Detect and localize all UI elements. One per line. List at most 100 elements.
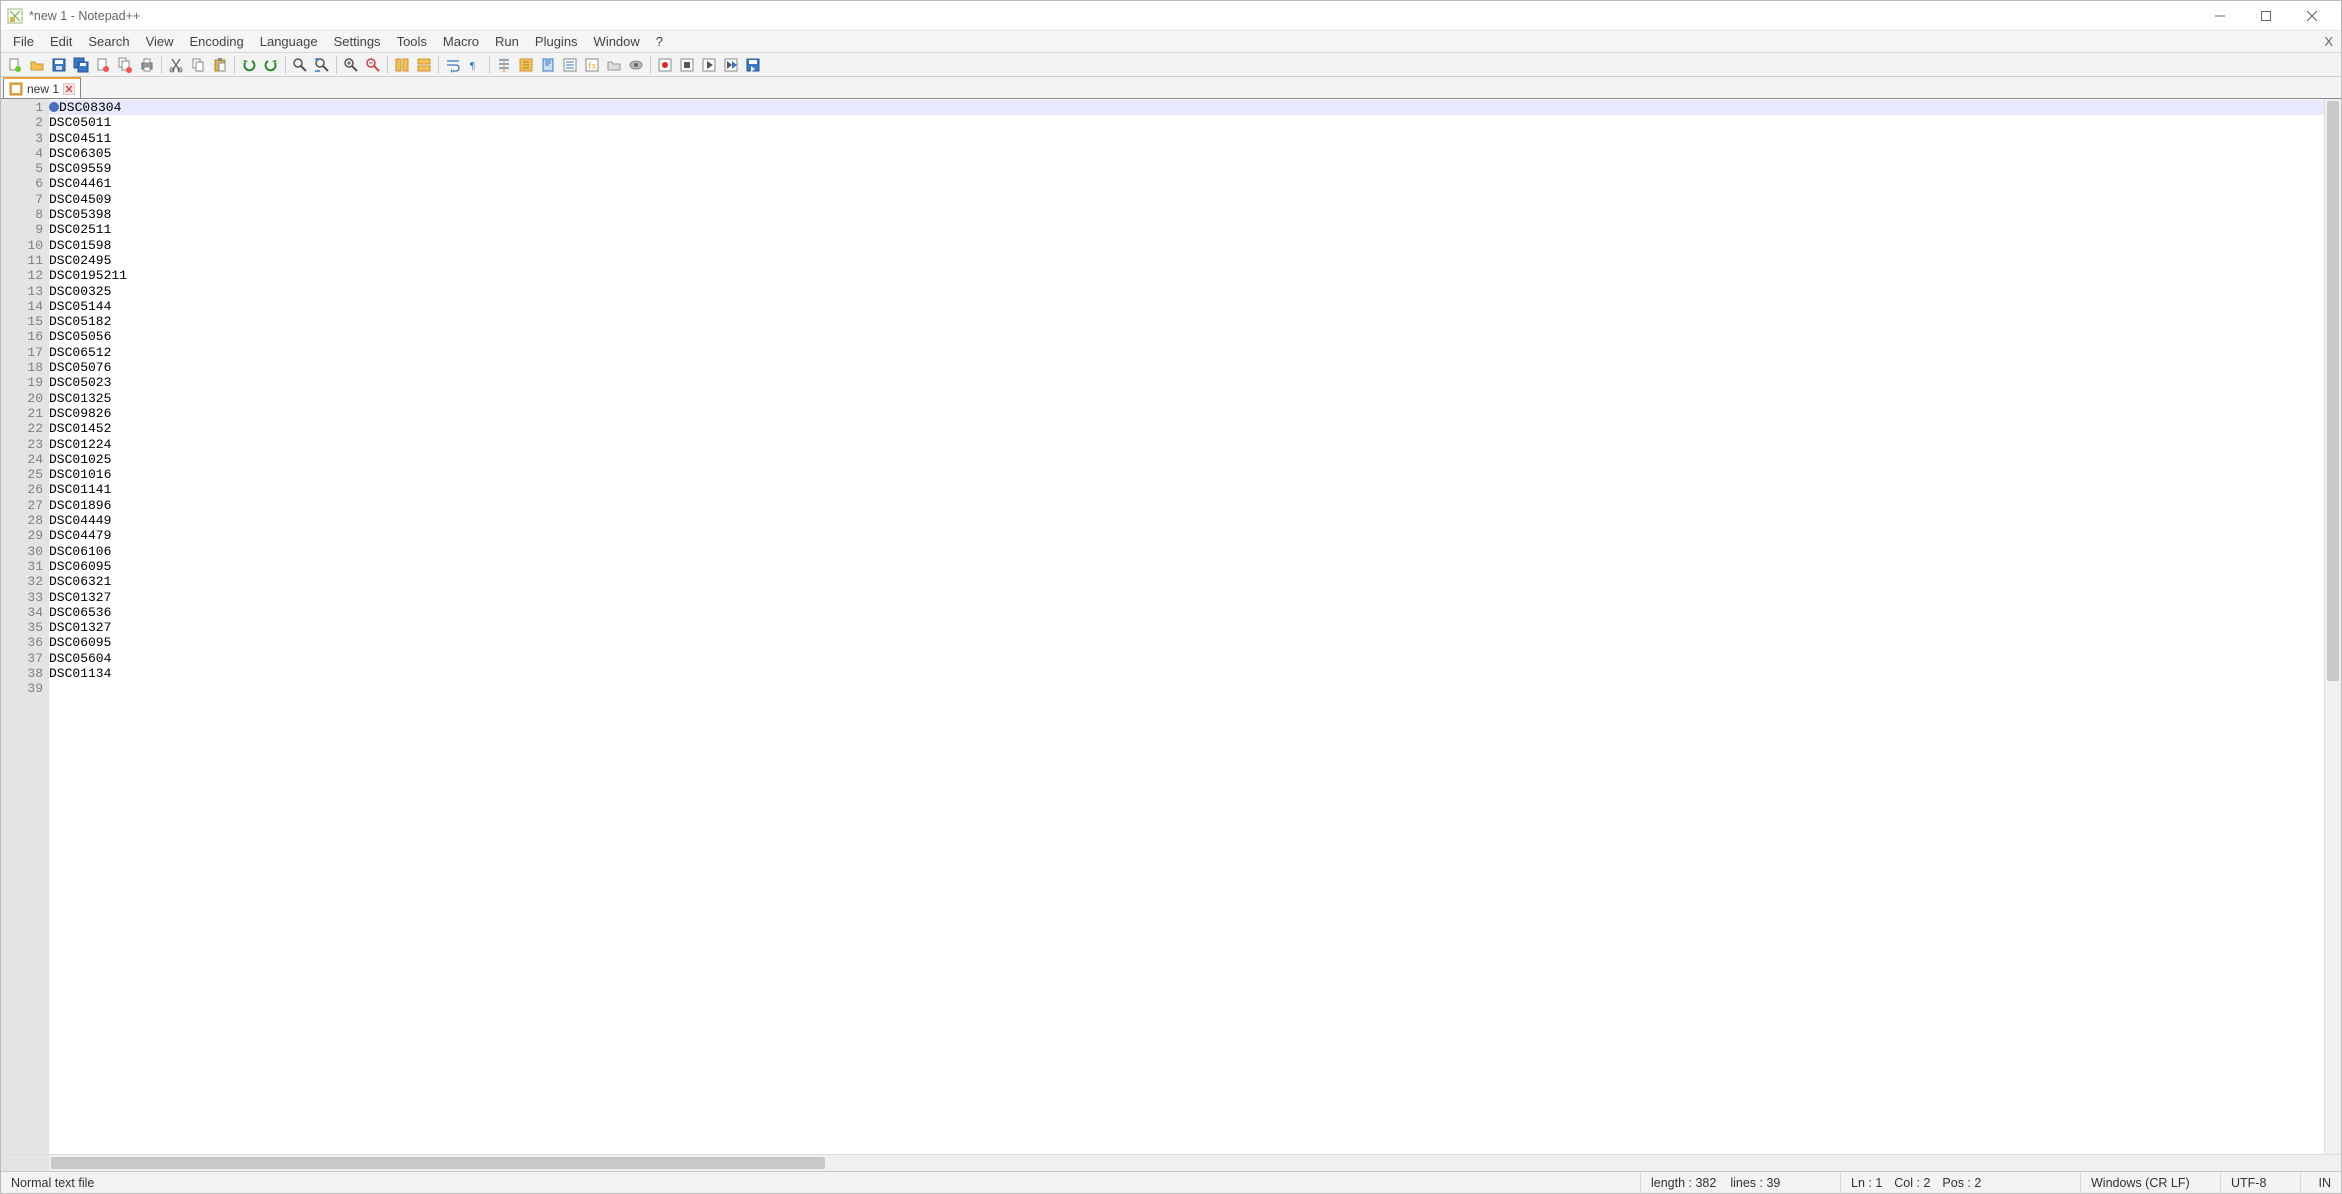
status-length: length : 382 (1651, 1176, 1716, 1190)
editor-line[interactable]: DSC04479 (49, 528, 2324, 543)
paste-icon[interactable] (209, 54, 231, 76)
editor-line[interactable]: DSC01025 (49, 452, 2324, 467)
editor-line[interactable]: DSC0195211 (49, 268, 2324, 283)
menu-search[interactable]: Search (80, 32, 137, 51)
editor-line[interactable]: DSC05076 (49, 360, 2324, 375)
sync-v-icon[interactable] (391, 54, 413, 76)
minimize-button[interactable] (2197, 1, 2243, 31)
maximize-button[interactable] (2243, 1, 2289, 31)
func-list-icon[interactable]: fx (581, 54, 603, 76)
editor-line[interactable]: DSC01327 (49, 590, 2324, 605)
menu-run[interactable]: Run (487, 32, 527, 51)
editor-line[interactable]: DSC04509 (49, 192, 2324, 207)
folder-icon[interactable] (603, 54, 625, 76)
menu-help[interactable]: ? (648, 32, 671, 51)
editor-line[interactable]: DSC06512 (49, 345, 2324, 360)
editor-line[interactable]: DSC05023 (49, 375, 2324, 390)
sync-h-icon[interactable] (413, 54, 435, 76)
undo-icon[interactable] (238, 54, 260, 76)
editor-line[interactable]: DSC06305 (49, 146, 2324, 161)
editor-line[interactable]: DSC09559 (49, 161, 2324, 176)
monitoring-icon[interactable] (625, 54, 647, 76)
editor-line[interactable]: DSC01325 (49, 391, 2324, 406)
horizontal-scrollbar[interactable] (49, 1155, 2324, 1171)
zoom-in-icon[interactable] (340, 54, 362, 76)
scroll-thumb[interactable] (51, 1157, 825, 1169)
play-icon[interactable] (698, 54, 720, 76)
editor-line[interactable]: DSC05604 (49, 651, 2324, 666)
play-multi-icon[interactable] (720, 54, 742, 76)
editor-line[interactable]: DSC01016 (49, 467, 2324, 482)
editor-line[interactable]: DSC01224 (49, 437, 2324, 452)
close-file-icon[interactable] (92, 54, 114, 76)
editor-line[interactable]: DSC06095 (49, 635, 2324, 650)
close-window-button[interactable] (2289, 1, 2335, 31)
stop-icon[interactable] (676, 54, 698, 76)
indent-guide-icon[interactable] (493, 54, 515, 76)
editor-line[interactable]: DSC01134 (49, 666, 2324, 681)
open-icon[interactable] (26, 54, 48, 76)
menu-window[interactable]: Window (586, 32, 648, 51)
editor-line[interactable] (49, 681, 2324, 696)
editor-line[interactable]: DSC04449 (49, 513, 2324, 528)
status-encoding[interactable]: UTF-8 (2221, 1172, 2301, 1193)
editor-line[interactable]: DSC04461 (49, 176, 2324, 191)
editor-line[interactable]: DSC06321 (49, 574, 2324, 589)
status-col: Col : 2 (1894, 1176, 1930, 1190)
editor-line[interactable]: DSC06536 (49, 605, 2324, 620)
save-icon[interactable] (48, 54, 70, 76)
tab-new-1[interactable]: new 1 (3, 77, 81, 98)
mdi-close-button[interactable]: X (2324, 34, 2333, 49)
menu-tools[interactable]: Tools (389, 32, 435, 51)
menu-plugins[interactable]: Plugins (527, 32, 586, 51)
menu-edit[interactable]: Edit (42, 32, 80, 51)
redo-icon[interactable] (260, 54, 282, 76)
wrap-icon[interactable] (442, 54, 464, 76)
scroll-thumb[interactable] (2327, 101, 2339, 681)
editor-line[interactable]: DSC05056 (49, 329, 2324, 344)
menu-settings[interactable]: Settings (326, 32, 389, 51)
tab-close-icon[interactable] (63, 83, 75, 95)
editor-line[interactable]: DSC05011 (49, 115, 2324, 130)
editor-line[interactable]: DSC05182 (49, 314, 2324, 329)
editor-line[interactable]: DSC08304 (49, 100, 2324, 115)
print-icon[interactable] (136, 54, 158, 76)
editor-line[interactable]: DSC02495 (49, 253, 2324, 268)
editor-line[interactable]: DSC01896 (49, 498, 2324, 513)
editor-line[interactable]: DSC01452 (49, 421, 2324, 436)
editor-line[interactable]: DSC06106 (49, 544, 2324, 559)
menu-file[interactable]: File (5, 32, 42, 51)
user-lang-icon[interactable] (515, 54, 537, 76)
editor-line[interactable]: DSC01141 (49, 482, 2324, 497)
menu-view[interactable]: View (138, 32, 182, 51)
editor-line[interactable]: DSC00325 (49, 284, 2324, 299)
text-editor[interactable]: DSC08304DSC05011DSC04511DSC06305DSC09559… (49, 99, 2324, 1154)
zoom-out-icon[interactable] (362, 54, 384, 76)
copy-icon[interactable] (187, 54, 209, 76)
doc-map-icon[interactable] (537, 54, 559, 76)
menu-encoding[interactable]: Encoding (182, 32, 252, 51)
record-icon[interactable] (654, 54, 676, 76)
editor-line[interactable]: DSC02511 (49, 222, 2324, 237)
find-icon[interactable] (289, 54, 311, 76)
status-eol[interactable]: Windows (CR LF) (2081, 1172, 2221, 1193)
vertical-scrollbar[interactable] (2324, 99, 2341, 1154)
editor-line[interactable]: DSC01598 (49, 238, 2324, 253)
status-ins[interactable]: IN (2301, 1172, 2341, 1193)
replace-icon[interactable] (311, 54, 333, 76)
menu-macro[interactable]: Macro (435, 32, 487, 51)
new-file-icon[interactable] (4, 54, 26, 76)
save-all-icon[interactable] (70, 54, 92, 76)
cut-icon[interactable] (165, 54, 187, 76)
editor-line[interactable]: DSC01327 (49, 620, 2324, 635)
editor-line[interactable]: DSC05144 (49, 299, 2324, 314)
editor-line[interactable]: DSC06095 (49, 559, 2324, 574)
save-macro-icon[interactable] (742, 54, 764, 76)
show-all-icon[interactable]: ¶ (464, 54, 486, 76)
editor-line[interactable]: DSC09826 (49, 406, 2324, 421)
close-all-icon[interactable] (114, 54, 136, 76)
editor-line[interactable]: DSC05398 (49, 207, 2324, 222)
menu-language[interactable]: Language (252, 32, 326, 51)
editor-line[interactable]: DSC04511 (49, 131, 2324, 146)
doc-list-icon[interactable] (559, 54, 581, 76)
